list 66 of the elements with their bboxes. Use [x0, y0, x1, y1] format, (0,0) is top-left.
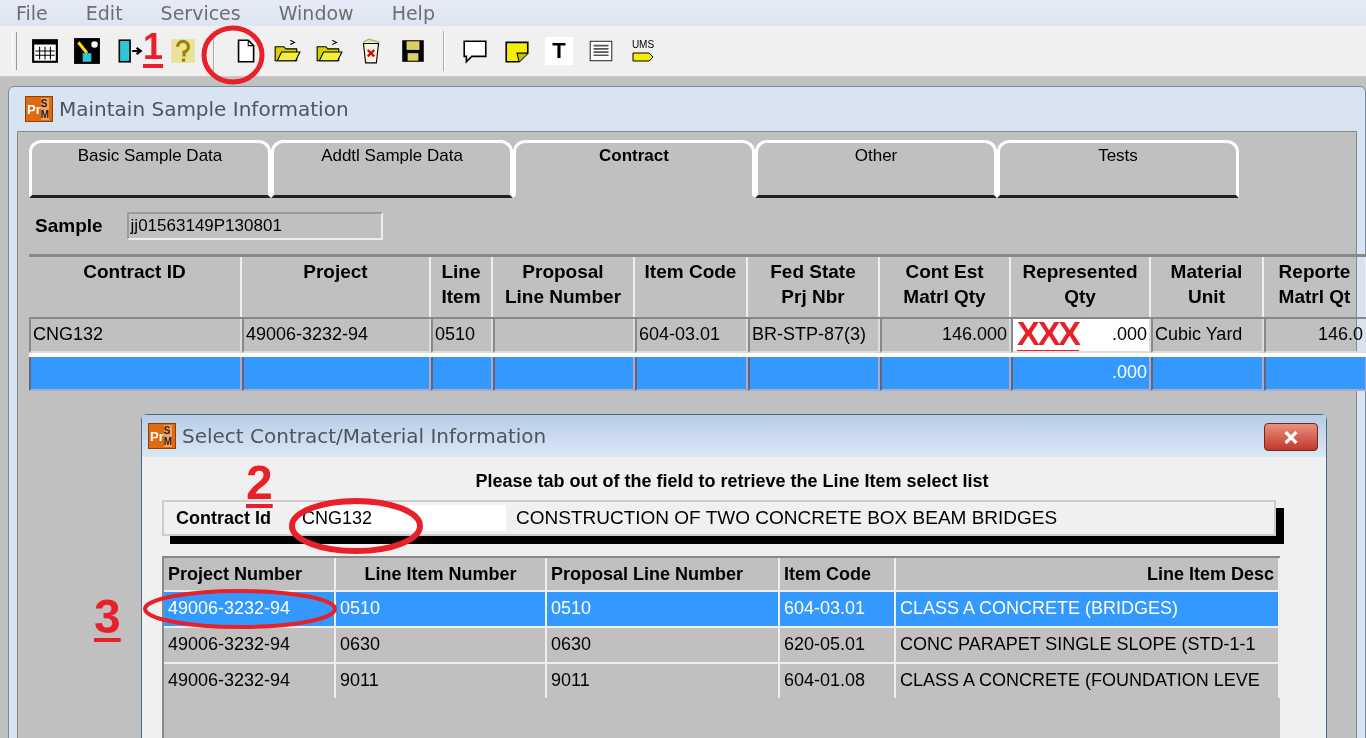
- table-cell: CLASS A CONCRETE (BRIDGES): [900, 598, 1179, 618]
- column-header: Fed State Prj Nbr: [748, 257, 880, 317]
- table-cell: 9011: [551, 670, 590, 690]
- column-header: Represented Qty: [1011, 257, 1151, 317]
- table-cell: 49006-3232-94: [168, 670, 291, 690]
- table-cell: 49006-3232-94: [168, 634, 291, 654]
- column-header: Reporte Matrl Qt: [1264, 257, 1366, 317]
- table-cell: 620-05.01: [784, 634, 866, 654]
- annotation-label: XXX: [1017, 319, 1080, 351]
- menu-item[interactable]: Edit: [85, 2, 161, 24]
- menu-item[interactable]: Services: [160, 2, 279, 24]
- tab[interactable]: Addtl Sample Data: [271, 140, 513, 198]
- table-cell: 49006-3232-94: [168, 598, 291, 618]
- instruction-text: Please tab out of the field to retrieve the Line Item select list: [475, 471, 989, 491]
- window-title: Maintain Sample Information: [59, 97, 349, 121]
- column-header: Item Code: [635, 257, 748, 317]
- annotation-label: 3: [94, 592, 121, 642]
- column-header: Item Code: [784, 564, 871, 584]
- table-cell: 146.000: [941, 324, 1007, 344]
- column-header: Project Number: [168, 564, 303, 584]
- table-cell: 0510: [435, 324, 476, 344]
- table-cell: .000: [1111, 324, 1147, 344]
- table-cell: 604-03.01: [639, 324, 721, 344]
- table-cell: 146.0: [1317, 324, 1363, 344]
- table-cell: 604-01.08: [784, 670, 866, 690]
- tab[interactable]: Basic Sample Data: [29, 140, 271, 198]
- table-cell: 9011: [340, 670, 379, 690]
- list-row[interactable]: 49006-3232-94 0630 0630 620-05.01 CONC PARAPET SINGLE SLOPE (STD-1-1: [164, 626, 1280, 662]
- table-cell: 0510: [340, 598, 381, 618]
- table-cell: CNG132: [33, 324, 104, 344]
- contract-id-field[interactable]: CNG132: [300, 505, 506, 531]
- tab[interactable]: Other: [755, 140, 997, 198]
- table-cell: 0630: [551, 634, 592, 654]
- sample-field[interactable]: jj01563149P130801: [126, 212, 383, 240]
- menu-item[interactable]: Help: [391, 2, 473, 24]
- contract-id-label: Contract Id: [176, 507, 272, 529]
- tab[interactable]: Tests: [997, 140, 1239, 198]
- table-cell: BR-STP-87(3): [752, 324, 867, 344]
- table-cell: .000: [1111, 362, 1147, 382]
- text-tool-button[interactable]: T: [545, 37, 573, 65]
- table-cell: CONC PARAPET SINGLE SLOPE (STD-1-1: [900, 634, 1256, 654]
- dialog-title: Select Contract/Material Information: [182, 424, 547, 448]
- column-header: Material Unit: [1151, 257, 1264, 317]
- sample-label: Sample: [35, 215, 103, 237]
- column-header: Cont Est Matrl Qty: [880, 257, 1011, 317]
- table-cell: 49006-3232-94: [246, 324, 369, 344]
- annotation-label: 1: [143, 25, 164, 69]
- column-header: Contract ID: [29, 257, 242, 317]
- tab[interactable]: Contract: [513, 140, 755, 198]
- table-cell: 604-03.01: [784, 598, 866, 618]
- menu-item[interactable]: Window: [278, 2, 392, 24]
- ums-button[interactable]: UMS: [629, 35, 657, 67]
- column-header: Line Item Desc: [1146, 564, 1274, 584]
- contract-description: CONSTRUCTION OF TWO CONCRETE BOX BEAM BRIDGES: [516, 507, 1058, 529]
- column-header: Proposal Line Number: [551, 564, 744, 584]
- table-cell: CLASS A CONCRETE (FOUNDATION LEVE: [900, 670, 1260, 690]
- menu-item[interactable]: File: [16, 2, 86, 24]
- column-header: Line Item Number: [364, 564, 517, 584]
- column-header: Proposal Line Number: [493, 257, 635, 317]
- table-cell: 0510: [551, 598, 592, 618]
- table-cell: 0630: [340, 634, 381, 654]
- list-row[interactable]: 49006-3232-94 9011 9011 604-01.08 CLASS A CONCRETE (FOUNDATION LEVE: [164, 662, 1280, 698]
- annotation-label: 2: [246, 458, 273, 508]
- column-header: Line Item: [431, 257, 493, 317]
- table-cell: Cubic Yard: [1155, 324, 1243, 344]
- column-header: Project: [242, 257, 431, 317]
